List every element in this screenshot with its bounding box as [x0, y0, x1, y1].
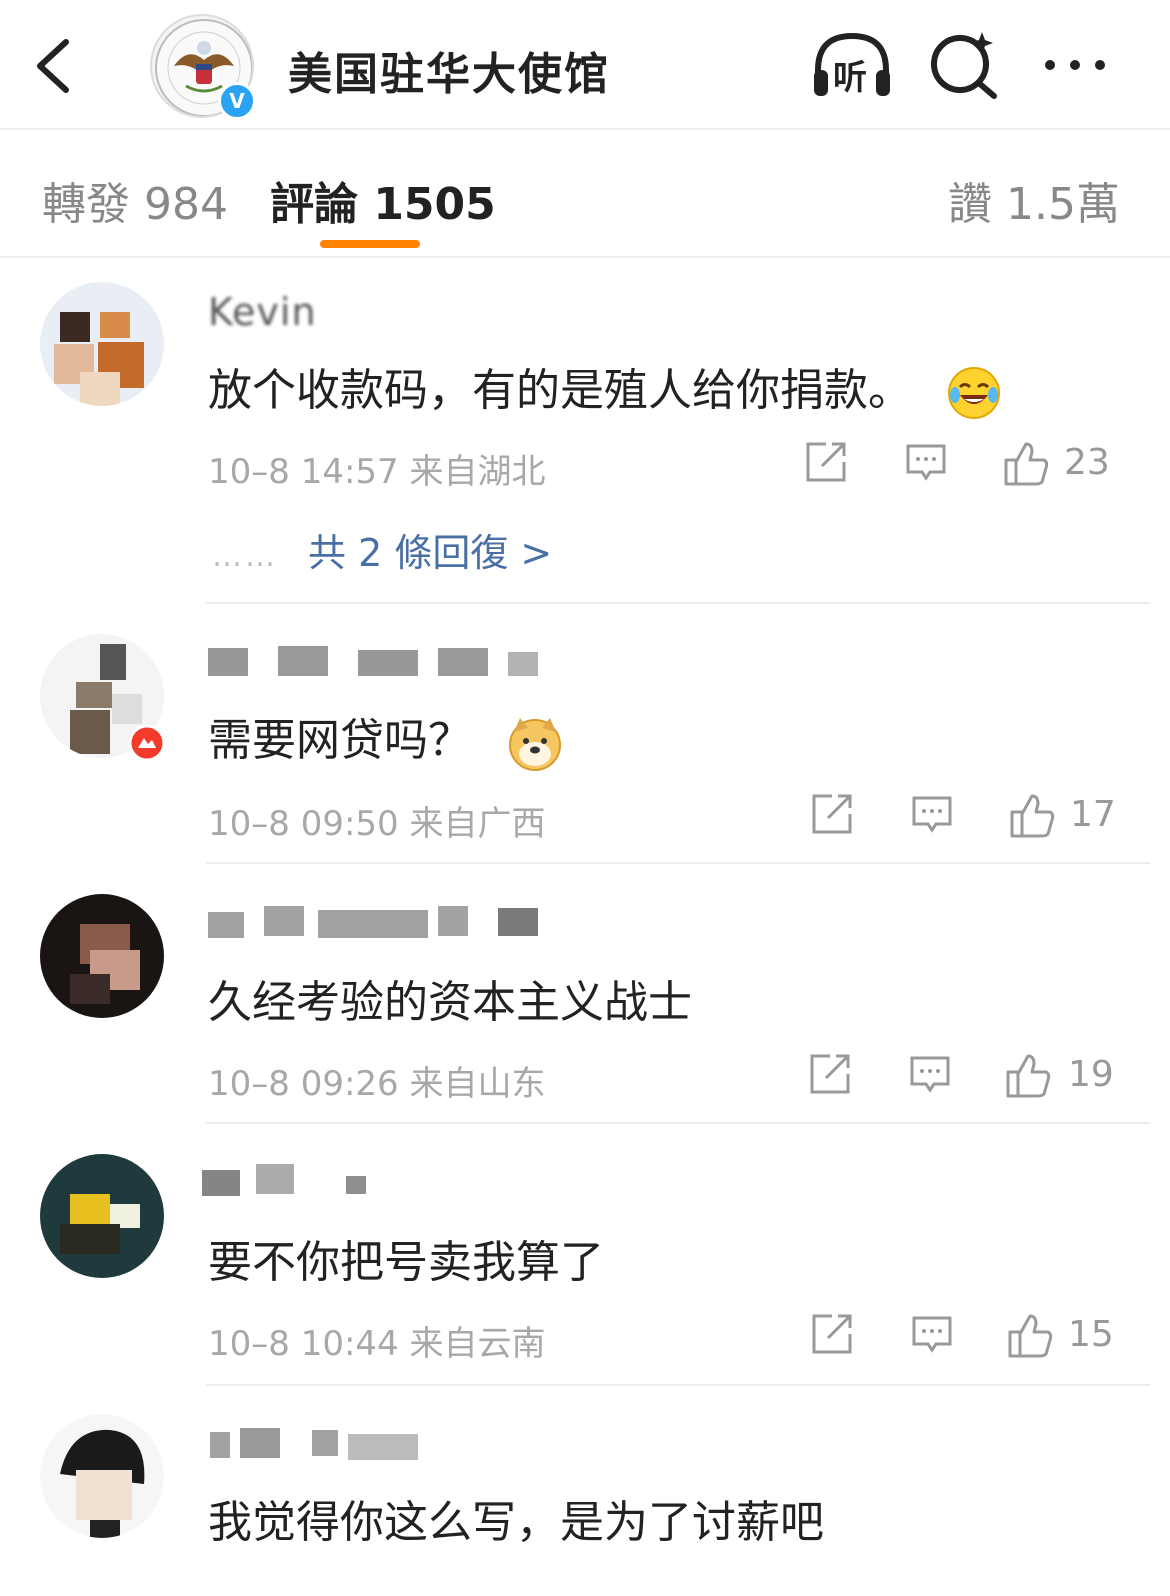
active-tab-indicator — [320, 240, 420, 248]
like-count: 15 — [1068, 1314, 1114, 1355]
view-replies-link[interactable]: …… 共 2 條回復 > — [212, 522, 552, 577]
comment-actions: 17 — [800, 792, 1116, 842]
laughing-tears-emoji — [948, 367, 1000, 419]
divider — [206, 862, 1150, 864]
back-arrow-icon[interactable] — [30, 36, 80, 96]
like-icon[interactable] — [1002, 440, 1050, 488]
like-icon[interactable] — [1006, 1312, 1054, 1360]
comment-icon[interactable] — [910, 1312, 954, 1356]
comment-actions: 19 — [800, 1052, 1114, 1102]
comment-text: 要不你把号卖我算了 — [208, 1237, 604, 1288]
comment-actions: 23 — [800, 440, 1110, 490]
comment-body: 需要网贷吗？ — [208, 715, 472, 766]
divider — [206, 1384, 1150, 1386]
doge-emoji — [509, 718, 561, 771]
comment-icon[interactable] — [904, 440, 948, 484]
more-icon[interactable] — [1040, 50, 1110, 80]
account-name[interactable]: 美国驻华大使馆 — [288, 38, 610, 102]
top-bar: V 美国驻华大使馆 听 — [0, 0, 1170, 130]
verified-badge: V — [218, 82, 256, 120]
like-icon[interactable] — [1004, 1052, 1052, 1100]
avatar[interactable] — [40, 1414, 164, 1538]
divider — [206, 602, 1150, 604]
obscured-name-block — [202, 1164, 366, 1196]
comment-meta: 10–8 10:44 来自云南 — [208, 1324, 546, 1364]
comment-body: 放个收款码，有的是殖人给你捐款。 — [208, 365, 912, 416]
forward-icon[interactable] — [810, 792, 854, 836]
obscured-name-block — [210, 1428, 418, 1460]
comment-actions: 15 — [800, 1312, 1114, 1362]
comment-meta: 10–8 09:26 来自山东 — [208, 1064, 546, 1104]
tab-likes[interactable]: 讚 1.5萬 — [948, 168, 1120, 232]
tab-reposts[interactable]: 轉發 984 — [42, 168, 228, 232]
forward-icon[interactable] — [808, 1052, 852, 1096]
avatar[interactable] — [40, 282, 164, 406]
like-icon[interactable] — [1008, 792, 1056, 840]
tab-comments[interactable]: 評論 1505 — [270, 168, 496, 232]
search-icon[interactable] — [928, 28, 1000, 100]
like-count: 23 — [1064, 442, 1110, 483]
comment-meta: 10–8 14:57 来自湖北 — [208, 452, 546, 492]
comment-meta: 10–8 09:50 来自广西 — [208, 804, 546, 844]
obscured-name-block — [208, 646, 538, 676]
comment-author[interactable]: Kevin — [208, 290, 317, 334]
comment-icon[interactable] — [908, 1052, 952, 1096]
comment-text: 我觉得你这么写，是为了讨薪吧 — [208, 1497, 824, 1548]
avatar[interactable] — [40, 894, 164, 1018]
member-badge-icon — [128, 724, 166, 762]
comment-icon[interactable] — [910, 792, 954, 836]
like-count: 19 — [1068, 1054, 1114, 1095]
divider — [206, 1122, 1150, 1124]
obscured-name-block — [208, 906, 538, 938]
comment-text: 放个收款码，有的是殖人给你捐款。 — [208, 354, 1002, 421]
listen-label: 听 — [833, 58, 867, 98]
reply-dots: …… — [212, 539, 278, 574]
forward-icon[interactable] — [810, 1312, 854, 1356]
avatar[interactable] — [40, 1154, 164, 1278]
comment-text: 久经考验的资本主义战士 — [208, 977, 692, 1028]
interaction-tabs: 轉發 984 評論 1505 讚 1.5萬 — [0, 130, 1170, 258]
replies-label: 共 2 條回復 > — [308, 531, 553, 575]
comment-text: 需要网贷吗？ — [208, 704, 564, 772]
forward-icon[interactable] — [804, 440, 848, 484]
like-count: 17 — [1070, 794, 1116, 835]
